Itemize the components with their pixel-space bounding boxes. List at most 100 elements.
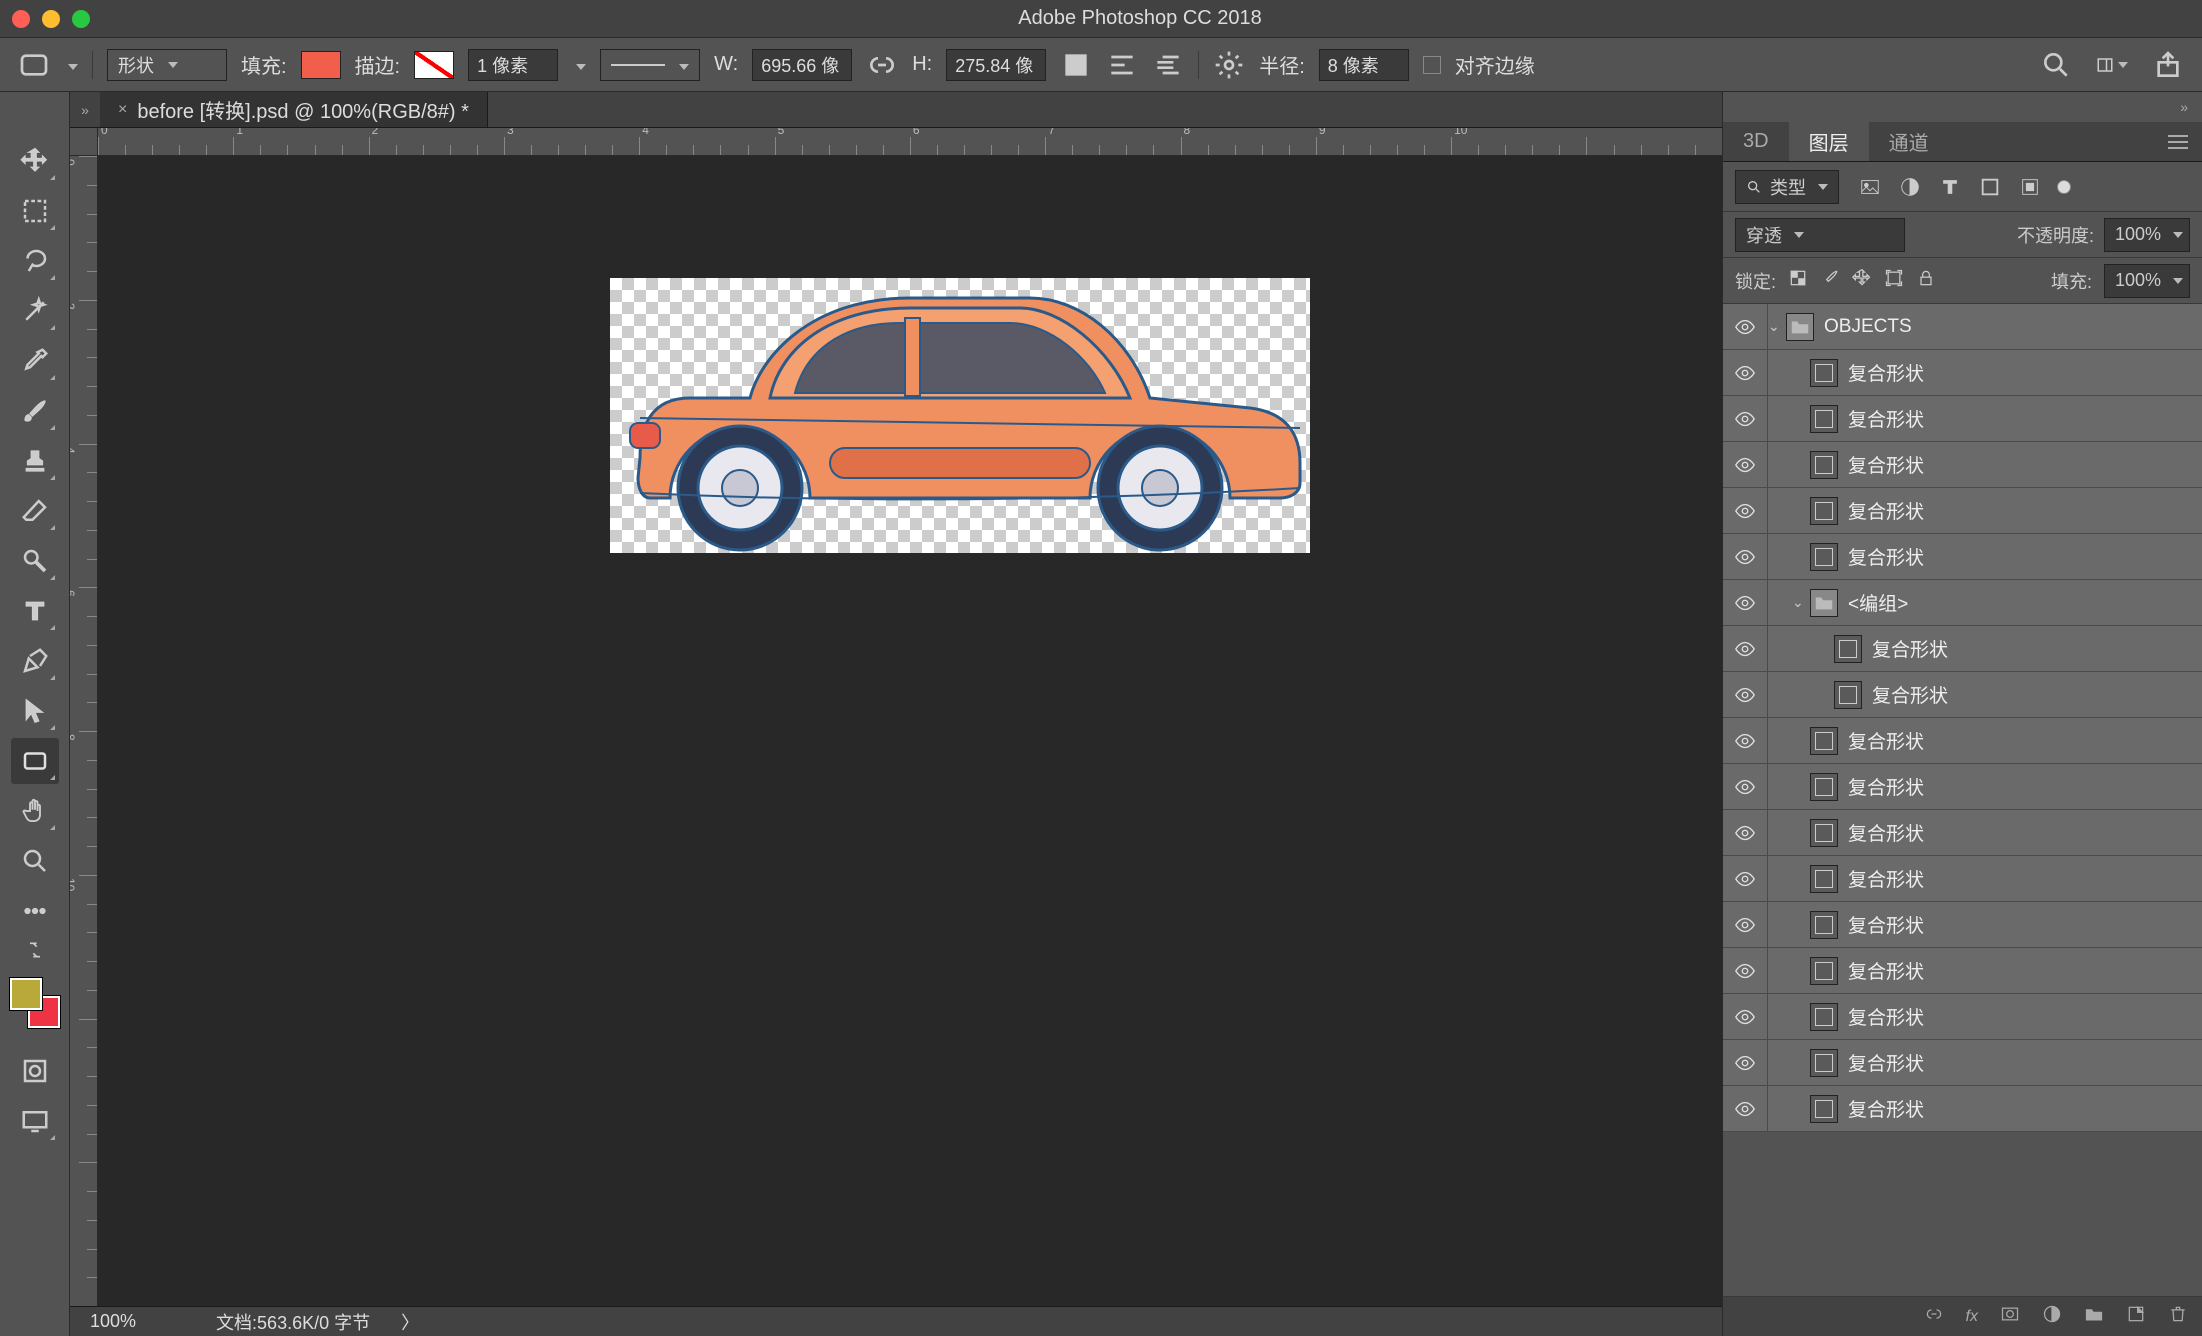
screen-mode-button[interactable] <box>11 1098 59 1144</box>
layer-visibility-icon[interactable] <box>1723 1052 1767 1074</box>
new-adjustment-icon[interactable] <box>2042 1304 2062 1329</box>
ruler-origin[interactable] <box>70 128 98 156</box>
tool-preset-dropdown[interactable] <box>64 54 78 75</box>
canvas[interactable] <box>610 278 1310 553</box>
lock-position-icon[interactable] <box>1852 268 1872 293</box>
layer-name[interactable]: 复合形状 <box>1848 451 1924 478</box>
layer-row[interactable]: 复合形状 <box>1723 488 2202 534</box>
share-icon[interactable] <box>2152 49 2184 81</box>
dodge-tool[interactable] <box>11 538 59 584</box>
layer-visibility-icon[interactable] <box>1723 822 1767 844</box>
add-mask-icon[interactable] <box>2000 1304 2020 1329</box>
path-arrangement-icon[interactable] <box>1152 49 1184 81</box>
radius-input[interactable]: 8 像素 <box>1319 49 1409 81</box>
layer-name[interactable]: 复合形状 <box>1848 911 1924 938</box>
stroke-width-dropdown[interactable] <box>572 54 586 75</box>
layer-visibility-icon[interactable] <box>1723 316 1767 338</box>
color-swatches[interactable] <box>10 978 60 1028</box>
layer-thumbnail[interactable] <box>1786 313 1814 341</box>
layer-name[interactable]: <编组> <box>1848 589 1908 616</box>
layer-name[interactable]: 复合形状 <box>1848 543 1924 570</box>
layer-row[interactable]: ⌄ OBJECTS <box>1723 304 2202 350</box>
type-tool[interactable] <box>11 588 59 634</box>
edit-toolbar-button[interactable] <box>11 888 59 934</box>
layer-visibility-icon[interactable] <box>1723 408 1767 430</box>
foreground-color-swatch[interactable] <box>10 978 42 1010</box>
marquee-tool[interactable] <box>11 188 59 234</box>
panel-menu-icon[interactable] <box>2154 122 2202 161</box>
layer-name[interactable]: 复合形状 <box>1848 819 1924 846</box>
filter-type-icon[interactable] <box>1937 174 1963 200</box>
stamp-tool[interactable] <box>11 438 59 484</box>
layer-name[interactable]: 复合形状 <box>1848 1095 1924 1122</box>
link-wh-icon[interactable] <box>866 49 898 81</box>
layer-visibility-icon[interactable] <box>1723 500 1767 522</box>
layer-row[interactable]: 复合形状 <box>1723 948 2202 994</box>
layer-name[interactable]: 复合形状 <box>1872 681 1948 708</box>
layer-row[interactable]: 复合形状 <box>1723 1086 2202 1132</box>
layer-filter-dropdown[interactable]: 类型 <box>1735 170 1839 204</box>
settings-icon[interactable] <box>1213 49 1245 81</box>
layer-visibility-icon[interactable] <box>1723 914 1767 936</box>
path-operations-icon[interactable] <box>1060 49 1092 81</box>
toolbar-grip[interactable] <box>17 122 53 132</box>
layer-visibility-icon[interactable] <box>1723 546 1767 568</box>
layer-thumbnail[interactable] <box>1834 635 1862 663</box>
layer-visibility-icon[interactable] <box>1723 730 1767 752</box>
hand-tool[interactable] <box>11 788 59 834</box>
layer-thumbnail[interactable] <box>1810 589 1838 617</box>
brush-tool[interactable] <box>11 388 59 434</box>
layer-name[interactable]: 复合形状 <box>1848 1049 1924 1076</box>
lasso-tool[interactable] <box>11 238 59 284</box>
path-alignment-icon[interactable] <box>1106 49 1138 81</box>
layer-name[interactable]: 复合形状 <box>1848 405 1924 432</box>
collapse-panels-icon[interactable]: » <box>1723 92 2202 122</box>
layer-thumbnail[interactable] <box>1810 359 1838 387</box>
layer-name[interactable]: 复合形状 <box>1848 773 1924 800</box>
filter-smartobject-icon[interactable] <box>2017 174 2043 200</box>
layer-visibility-icon[interactable] <box>1723 868 1767 890</box>
fill-swatch[interactable] <box>301 51 341 79</box>
new-group-icon[interactable] <box>2084 1304 2104 1329</box>
layer-visibility-icon[interactable] <box>1723 638 1767 660</box>
layer-fx-icon[interactable]: fx <box>1966 1308 1978 1326</box>
tab-3d[interactable]: 3D <box>1723 122 1789 161</box>
layer-thumbnail[interactable] <box>1810 819 1838 847</box>
layer-thumbnail[interactable] <box>1810 451 1838 479</box>
layer-name[interactable]: OBJECTS <box>1824 316 1912 338</box>
filter-pixel-icon[interactable] <box>1857 174 1883 200</box>
layer-thumbnail[interactable] <box>1810 865 1838 893</box>
layer-visibility-icon[interactable] <box>1723 684 1767 706</box>
layer-thumbnail[interactable] <box>1810 1003 1838 1031</box>
close-window-button[interactable] <box>12 10 30 28</box>
layer-name[interactable]: 复合形状 <box>1848 1003 1924 1030</box>
canvas-viewport[interactable]: 012345678910 0246810 <box>70 128 1722 1306</box>
tab-channels[interactable]: 通道 <box>1869 122 1949 161</box>
align-edges-checkbox[interactable] <box>1423 56 1441 74</box>
filter-adjustment-icon[interactable] <box>1897 174 1923 200</box>
layer-row[interactable]: 复合形状 <box>1723 902 2202 948</box>
delete-layer-icon[interactable] <box>2168 1304 2188 1329</box>
document-info[interactable]: 文档:563.6K/0 字节 <box>216 1309 370 1335</box>
layer-thumbnail[interactable] <box>1834 681 1862 709</box>
search-icon[interactable] <box>2040 49 2072 81</box>
folder-twirl-icon[interactable]: ⌄ <box>1768 318 1786 335</box>
swap-colors-icon[interactable] <box>11 938 59 962</box>
layer-row[interactable]: 复合形状 <box>1723 534 2202 580</box>
lock-image-icon[interactable] <box>1820 268 1840 293</box>
layer-thumbnail[interactable] <box>1810 773 1838 801</box>
shape-mode-dropdown[interactable]: 形状 <box>107 49 227 81</box>
document-tab[interactable]: × before [转换].psd @ 100%(RGB/8#) * <box>100 92 488 127</box>
layer-row[interactable]: 复合形状 <box>1723 626 2202 672</box>
minimize-window-button[interactable] <box>42 10 60 28</box>
workspace-switcher[interactable] <box>2096 49 2128 81</box>
layer-thumbnail[interactable] <box>1810 497 1838 525</box>
path-selection-tool[interactable] <box>11 688 59 734</box>
lock-transparency-icon[interactable] <box>1788 268 1808 293</box>
layer-thumbnail[interactable] <box>1810 1095 1838 1123</box>
layer-visibility-icon[interactable] <box>1723 960 1767 982</box>
eraser-tool[interactable] <box>11 488 59 534</box>
layer-visibility-icon[interactable] <box>1723 592 1767 614</box>
layer-visibility-icon[interactable] <box>1723 776 1767 798</box>
horizontal-ruler[interactable]: 012345678910 <box>98 128 1722 156</box>
